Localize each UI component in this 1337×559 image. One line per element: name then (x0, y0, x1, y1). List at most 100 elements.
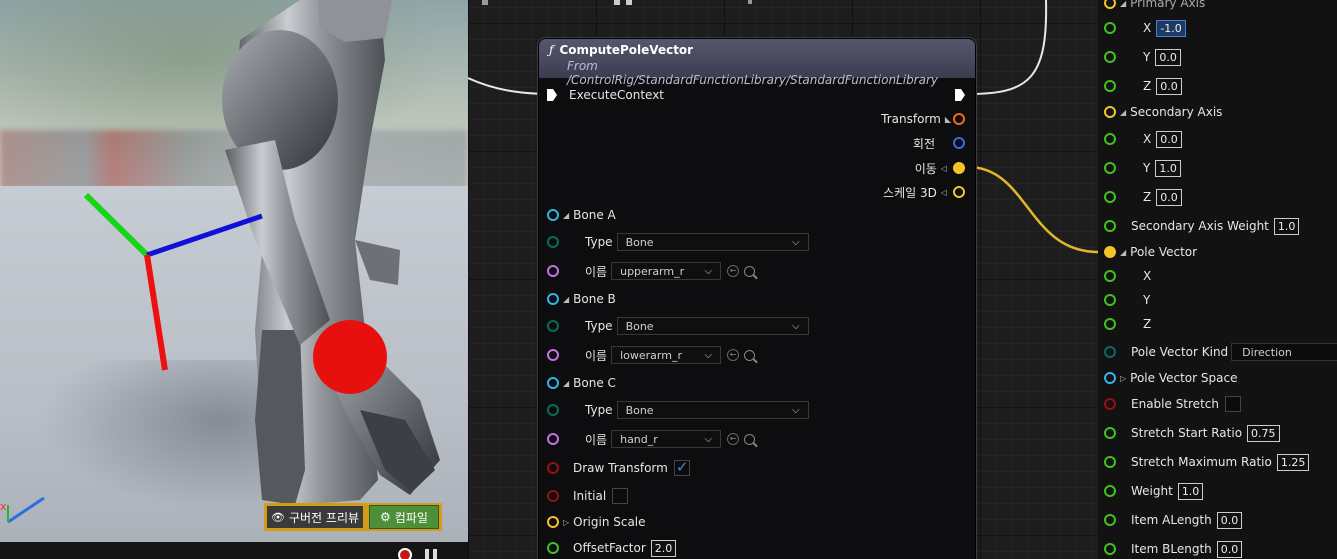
rotation-pin-icon[interactable] (953, 137, 965, 149)
enable-stretch-checkbox[interactable] (1224, 396, 1241, 412)
weight-row[interactable]: Weight 1.0 (1104, 481, 1204, 501)
bool-pin-icon[interactable] (1104, 398, 1116, 410)
execute-context-in[interactable]: ExecuteContext (547, 85, 664, 105)
name-pin-icon[interactable] (547, 265, 559, 277)
struct-pin-icon[interactable] (547, 293, 559, 305)
bone-c-name-row[interactable]: 이름 hand_r ⌵ ← (547, 429, 756, 449)
compute-pole-vector-node[interactable]: ƒ ComputePoleVector From /ControlRig/Sta… (538, 38, 976, 559)
pole-vector-kind-row[interactable]: Pole Vector Kind Direction (1104, 342, 1337, 362)
bone-c-type-row[interactable]: Type Bone ⌵ (547, 400, 809, 420)
primary-axis-x-row[interactable]: X -1.0 (1104, 18, 1186, 38)
expand-triangle-icon[interactable]: ◢ (1120, 248, 1126, 257)
secondary-axis-z-row[interactable]: Z 0.0 (1104, 187, 1182, 207)
pole-vector-space-row[interactable]: ▷ Pole Vector Space (1104, 368, 1237, 388)
float-pin-icon[interactable] (1104, 220, 1116, 232)
name-pin-icon[interactable] (547, 349, 559, 361)
float-pin-icon[interactable] (1104, 456, 1116, 468)
float-pin-icon[interactable] (1104, 543, 1116, 555)
pause-icon[interactable] (425, 549, 437, 559)
secondary-axis-weight-input[interactable]: 1.0 (1273, 217, 1300, 235)
float-pin-icon[interactable] (1104, 133, 1116, 145)
enable-stretch-row[interactable]: Enable Stretch (1104, 394, 1241, 414)
initial-row[interactable]: Initial (547, 486, 629, 506)
secondary-axis-x-input[interactable]: 0.0 (1156, 130, 1182, 148)
weight-input[interactable]: 1.0 (1177, 482, 1204, 500)
struct-pin-icon[interactable] (1104, 372, 1116, 384)
float-pin-icon[interactable] (547, 542, 559, 554)
primary-axis-z-row[interactable]: Z 0.0 (1104, 76, 1182, 96)
legacy-preview-button[interactable]: 👁 구버전 프리뷰 (267, 506, 364, 528)
vector-pin-icon[interactable] (547, 516, 559, 528)
item-b-length-input[interactable]: 0.0 (1216, 540, 1243, 558)
vector-pin-icon[interactable] (953, 186, 965, 198)
secondary-axis-row[interactable]: ◢ Secondary Axis (1104, 102, 1222, 122)
execute-context-out[interactable] (955, 85, 965, 105)
graph-editor[interactable]: ƒ ComputePoleVector From /ControlRig/Sta… (468, 0, 1098, 559)
float-pin-icon[interactable] (1104, 51, 1116, 63)
bone-a-type-row[interactable]: Type Bone ⌵ (547, 232, 809, 252)
offset-factor-row[interactable]: OffsetFactor 2.0 (547, 538, 677, 558)
float-pin-icon[interactable] (1104, 22, 1116, 34)
primary-axis-y-input[interactable]: 0.0 (1155, 48, 1181, 66)
bone-a-type-dropdown[interactable]: Bone ⌵ (616, 233, 809, 251)
float-pin-icon[interactable] (1104, 485, 1116, 497)
secondary-axis-weight-row[interactable]: Secondary Axis Weight 1.0 (1104, 216, 1300, 236)
primary-axis-x-input[interactable]: -1.0 (1156, 19, 1186, 37)
enum-pin-icon[interactable] (1104, 346, 1116, 358)
output-scale[interactable]: 스케일 3D ◁ (883, 182, 965, 202)
expand-triangle-icon[interactable]: ▷ (563, 518, 569, 527)
expand-triangle-icon[interactable]: ◣ (945, 115, 951, 124)
expand-triangle-icon[interactable]: ▷ (1120, 374, 1126, 383)
secondary-axis-x-row[interactable]: X 0.0 (1104, 129, 1182, 149)
item-a-length-row[interactable]: Item ALength 0.0 (1104, 510, 1243, 530)
vector-pin-icon[interactable] (1104, 106, 1116, 118)
vector-pin-icon[interactable] (1104, 0, 1116, 9)
primary-axis-y-row[interactable]: Y 0.0 (1104, 47, 1181, 67)
transform-pin-icon[interactable] (953, 113, 965, 125)
record-icon[interactable] (398, 548, 412, 559)
primary-axis-row[interactable]: ◢ Primary Axis (1104, 0, 1205, 13)
search-icon[interactable] (744, 265, 756, 277)
item-b-length-row[interactable]: Item BLength 0.0 (1104, 539, 1243, 559)
enum-pin-icon[interactable] (547, 236, 559, 248)
initial-checkbox[interactable] (612, 488, 629, 504)
bone-b-type-row[interactable]: Type Bone ⌵ (547, 316, 809, 336)
item-a-length-input[interactable]: 0.0 (1216, 511, 1243, 529)
enum-pin-icon[interactable] (547, 320, 559, 332)
vector-pin-icon[interactable] (1104, 246, 1116, 258)
secondary-axis-y-input[interactable]: 1.0 (1155, 159, 1181, 177)
output-translation[interactable]: 이동 ◁ (915, 158, 965, 178)
float-pin-icon[interactable] (1104, 80, 1116, 92)
float-pin-icon[interactable] (1104, 514, 1116, 526)
bone-b-type-dropdown[interactable]: Bone ⌵ (616, 317, 809, 335)
exec-in-pin-icon[interactable] (547, 89, 557, 101)
expand-triangle-icon[interactable]: ◢ (1120, 108, 1126, 117)
stretch-max-ratio-input[interactable]: 1.25 (1276, 453, 1310, 471)
bone-b-row[interactable]: ◢ Bone B (547, 289, 616, 309)
compile-button[interactable]: ⚙ 컴파일 (369, 505, 439, 529)
vector-pin-icon[interactable] (953, 162, 965, 174)
search-icon[interactable] (744, 433, 756, 445)
float-pin-icon[interactable] (1104, 294, 1116, 306)
next-node-inputs[interactable]: ◢ Primary Axis X -1.0 Y 0.0 Z 0.0 ◢ Seco… (1098, 0, 1337, 559)
output-rotation[interactable]: 회전 (913, 133, 965, 153)
pole-vector-y-row[interactable]: Y (1104, 290, 1150, 310)
pole-vector-row[interactable]: ◢ Pole Vector (1104, 242, 1197, 262)
expand-triangle-icon[interactable]: ◢ (1120, 0, 1126, 8)
float-pin-icon[interactable] (1104, 270, 1116, 282)
exec-out-pin-icon[interactable] (955, 89, 965, 101)
search-icon[interactable] (744, 349, 756, 361)
bone-b-name-row[interactable]: 이름 lowerarm_r ⌵ ← (547, 345, 756, 365)
draw-transform-row[interactable]: Draw Transform (547, 458, 690, 478)
float-pin-icon[interactable] (1104, 318, 1116, 330)
draw-transform-checkbox[interactable] (673, 458, 690, 476)
secondary-axis-y-row[interactable]: Y 1.0 (1104, 158, 1181, 178)
origin-scale-row[interactable]: ▷ Origin Scale (547, 512, 646, 532)
bone-c-name-dropdown[interactable]: hand_r ⌵ (611, 430, 722, 448)
pole-vector-x-row[interactable]: X (1104, 266, 1151, 286)
float-pin-icon[interactable] (1104, 191, 1116, 203)
struct-pin-icon[interactable] (547, 377, 559, 389)
bone-c-type-dropdown[interactable]: Bone ⌵ (616, 401, 809, 419)
float-pin-icon[interactable] (1104, 162, 1116, 174)
bool-pin-icon[interactable] (547, 490, 559, 502)
